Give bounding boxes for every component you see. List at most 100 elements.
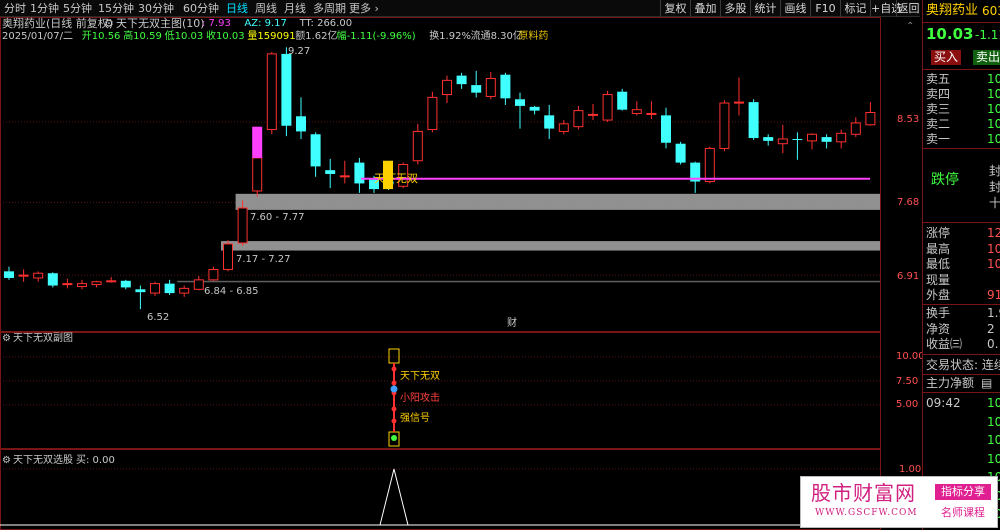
info-value: 换1.92% <box>429 31 471 42</box>
candle-body <box>544 115 555 129</box>
candle-body <box>777 138 788 145</box>
period-tab-30min[interactable]: 30分钟 <box>138 1 174 16</box>
candle-body <box>4 271 14 278</box>
candle-body <box>734 101 744 104</box>
candle-body <box>836 132 847 143</box>
candle-body <box>237 207 248 244</box>
support-zone <box>235 193 881 210</box>
info-value: 开10.56 <box>81 31 121 42</box>
period-tab-1min[interactable]: 1分钟 <box>30 1 59 16</box>
info-value: TT: 266.00 <box>299 18 353 29</box>
period-tab-more[interactable]: 更多 › <box>349 1 379 16</box>
info-value: 额1.62亿 <box>295 31 338 42</box>
candle-body <box>150 283 160 294</box>
sub2-gear-icon[interactable]: ⚙ <box>2 455 11 467</box>
candle-body <box>339 175 350 178</box>
period-tab-60min[interactable]: 60分钟 <box>183 1 219 16</box>
support-zone <box>221 241 880 251</box>
tick-value: 10 <box>987 451 1000 466</box>
sub1-label-attack: 小阳攻击 <box>400 393 440 404</box>
tick-time: 09:42 <box>926 396 961 410</box>
sub1-signal-box-top <box>388 348 400 364</box>
multi-stock-button[interactable]: 多股 <box>720 0 750 17</box>
f10-button[interactable]: F10 <box>810 0 840 17</box>
period-tab-fenshi[interactable]: 分时 <box>4 1 26 16</box>
watermark-site: 股市财富网 <box>811 481 916 505</box>
period-tab-5min[interactable]: 5分钟 <box>63 1 92 16</box>
candle-body <box>719 102 730 149</box>
candle-body <box>500 74 511 99</box>
candle-body <box>588 113 598 116</box>
quote-label: 最高 <box>926 241 951 256</box>
indicator-name[interactable]: 天下无双主图(10) <box>116 18 205 30</box>
quote-label: 最低 <box>926 257 951 271</box>
quote-value: 10 <box>987 257 1000 271</box>
fuquan-button[interactable]: 复权 <box>660 0 690 17</box>
candle-body <box>179 287 190 294</box>
sub1-gear-icon[interactable]: ⚙ <box>2 333 11 345</box>
candle-body <box>266 53 277 131</box>
watermark-logo: 股市财富网 WWW.GSCFW.COM 指标分享 名师课程 <box>800 476 998 528</box>
candle-body <box>47 273 58 286</box>
period-tab-multi[interactable]: 多周期 <box>313 1 346 16</box>
low-price-label: 6.52 <box>147 312 170 323</box>
sub1-axis-label: 5.00 <box>896 399 919 410</box>
zone-label-2: 7.17 - 7.27 <box>236 254 291 265</box>
info-value: AZ: 9.17 <box>244 18 287 29</box>
expand-icon[interactable]: ⌃ <box>906 21 914 33</box>
quote-value: 10 <box>987 87 1000 101</box>
candle-body <box>602 94 613 121</box>
quote-label: 卖四 <box>926 87 951 101</box>
overlay-button[interactable]: 叠加 <box>690 0 720 17</box>
sub1-signal-dot <box>391 380 397 386</box>
support-zone <box>177 280 880 283</box>
buy-button[interactable]: 买入 <box>931 50 961 65</box>
candle-body <box>77 283 87 287</box>
signal-label: 天下无双 <box>374 172 418 185</box>
period-tab-monthly[interactable]: 月线 <box>284 1 306 16</box>
candle-body <box>471 85 482 93</box>
quote-label: 涨停 <box>926 226 951 240</box>
candle-body <box>193 279 204 290</box>
quote-value: 10 <box>987 132 1000 146</box>
sub1-signal-dot <box>391 366 397 372</box>
mark-button[interactable]: 标记 <box>840 0 870 17</box>
candle-body <box>529 106 540 111</box>
period-tab-15min[interactable]: 15分钟 <box>98 1 134 16</box>
settings-icon[interactable]: ⚙ <box>104 18 114 30</box>
candle-body <box>252 157 263 192</box>
quote-label: 卖五 <box>926 72 951 86</box>
info-value: 低10.03 <box>164 31 204 42</box>
candle-body <box>704 147 715 183</box>
sub1-axis-label: 10.00 <box>896 351 925 362</box>
info-value: 幅-1.11(-9.96%) <box>336 31 416 42</box>
price-axis-label: 7.68 <box>897 197 920 208</box>
quote-panel: 奥翔药业 603 10.03 -1.11 买入 卖出 卖五 10 卖四 10 卖三 10 卖… <box>922 0 1000 530</box>
sub1-title: 天下无双副图 <box>13 333 73 344</box>
sell-button[interactable]: 卖出 <box>973 50 1000 65</box>
quote-value: 2 <box>987 321 995 336</box>
info-value: 收10.03 <box>206 31 245 42</box>
quote-value: 12 <box>987 226 1000 240</box>
period-tab-daily[interactable]: 日线 <box>226 1 248 16</box>
candle-body <box>821 137 832 142</box>
candle-body <box>485 77 496 97</box>
list-icon[interactable]: ▤ <box>981 376 992 390</box>
draw-line-button[interactable]: 画线 <box>780 0 810 17</box>
price-change: -1.11 <box>975 28 1000 42</box>
quote-label: 换手 <box>926 306 951 320</box>
quote-label: 净资 <box>926 321 951 336</box>
period-tab-weekly[interactable]: 周线 <box>255 1 277 16</box>
candle-body <box>135 289 146 293</box>
finance-mark[interactable]: 财 <box>507 318 517 330</box>
stats-button[interactable]: 统计 <box>750 0 780 17</box>
kline-chart[interactable] <box>0 17 920 530</box>
zone-label-1: 7.60 - 7.77 <box>250 212 305 223</box>
back-button[interactable]: 返回 <box>896 0 920 17</box>
seal-char: 封 <box>989 180 1000 194</box>
quote-label: 卖二 <box>926 117 951 131</box>
candle-body <box>33 272 44 279</box>
candle-body <box>558 123 569 132</box>
net-inflow-label[interactable]: 主力净额 <box>926 376 974 390</box>
sub1-frame <box>0 332 881 449</box>
